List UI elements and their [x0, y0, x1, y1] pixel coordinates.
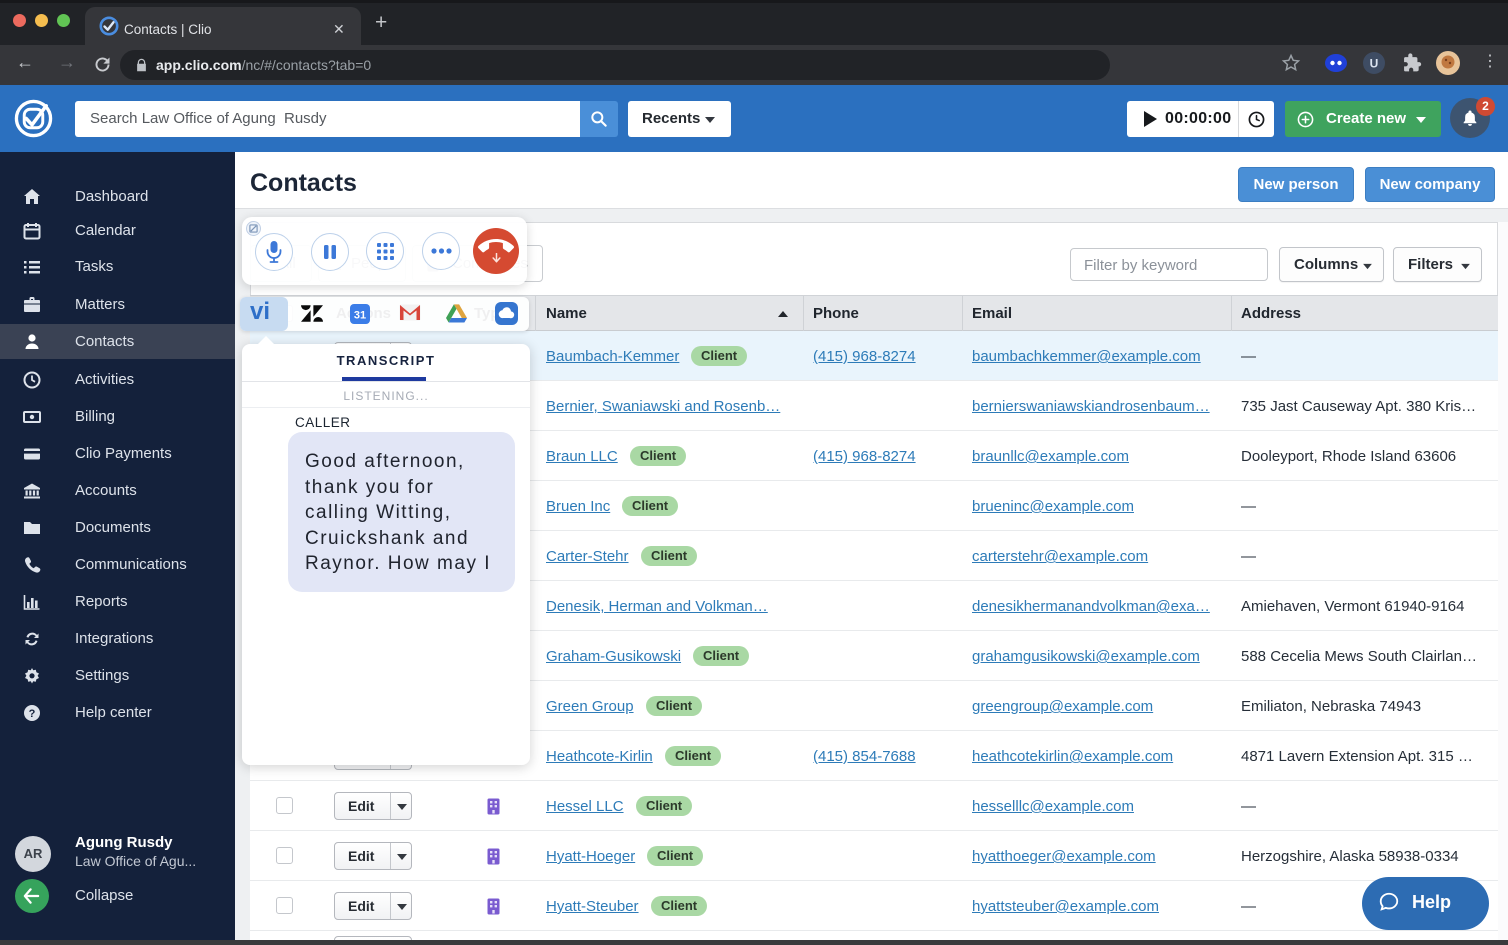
svg-text:31: 31 [354, 310, 366, 322]
svg-text:?: ? [29, 708, 36, 720]
svg-text:U: U [1370, 57, 1379, 71]
